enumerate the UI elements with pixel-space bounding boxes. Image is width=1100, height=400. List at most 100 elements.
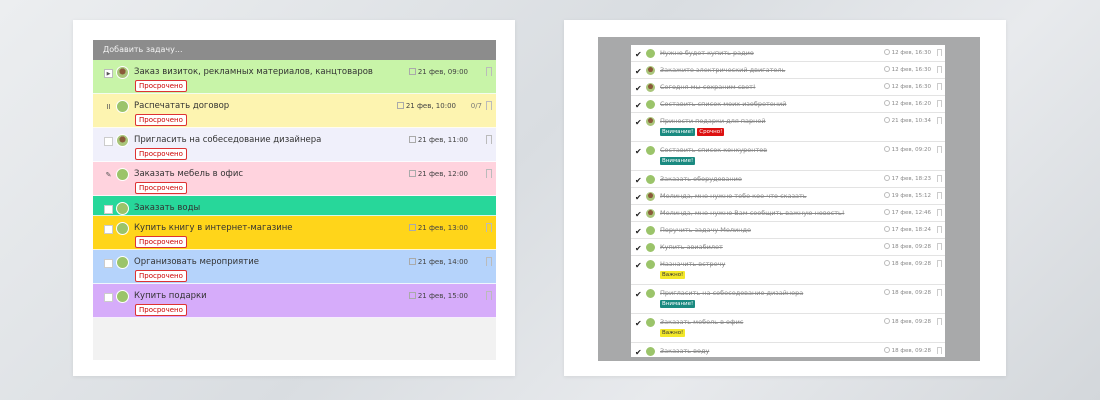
- completed-task-row[interactable]: ✔ Заказать оборудование 17 фев, 18:23: [631, 171, 945, 188]
- bookmark-icon[interactable]: [937, 226, 942, 233]
- tag-label: Важно!: [660, 271, 686, 279]
- pause-icon[interactable]: II: [104, 103, 113, 112]
- task-checkbox[interactable]: [104, 205, 113, 214]
- task-checkbox[interactable]: [104, 225, 113, 234]
- checkmark-icon[interactable]: ✔: [635, 348, 642, 357]
- task-title[interactable]: Нужно будет купить радио: [660, 49, 754, 57]
- checkmark-icon[interactable]: ✔: [635, 67, 642, 76]
- bookmark-icon[interactable]: [937, 175, 942, 182]
- bookmark-icon[interactable]: [486, 101, 492, 110]
- bookmark-icon[interactable]: [937, 318, 942, 325]
- task-title[interactable]: Купить подарки: [134, 291, 207, 301]
- task-checkbox[interactable]: [104, 137, 113, 146]
- wrench-icon[interactable]: ✎: [104, 171, 113, 180]
- bookmark-icon[interactable]: [486, 169, 492, 178]
- completed-task-row[interactable]: ✔ Принести подарки для парней Внимание! Сро…: [631, 113, 945, 142]
- task-title[interactable]: Поручить задачу Мелинде: [660, 226, 751, 234]
- right-screenshot-panel: ✔ Нужно будет купить радио 12 фев, 16:30 ✔ З…: [564, 20, 1006, 376]
- completed-task-row[interactable]: ✔ Купить авиабилет 18 фев, 09:28: [631, 239, 945, 256]
- bookmark-icon[interactable]: [937, 192, 942, 199]
- add-task-input[interactable]: Добавить задачу...: [93, 40, 496, 60]
- task-checkbox[interactable]: [104, 259, 113, 268]
- bookmark-icon[interactable]: [937, 100, 942, 107]
- avatar: [645, 48, 656, 59]
- task-title[interactable]: Заказать мебель в офис: [660, 318, 743, 326]
- task-title[interactable]: Мелинда, мне нужно Вам сообщить важную н…: [660, 209, 844, 217]
- checkmark-icon[interactable]: ✔: [635, 147, 642, 156]
- task-title[interactable]: Заказать воды: [134, 203, 200, 213]
- task-title[interactable]: Пригласить на собеседование дизайнера: [660, 289, 803, 297]
- bookmark-icon[interactable]: [937, 209, 942, 216]
- completed-task-row[interactable]: ✔ Составить список конкурентов Внимание! 13…: [631, 142, 945, 171]
- checkmark-icon[interactable]: ✔: [635, 101, 642, 110]
- task-title[interactable]: Заказать оборудование: [660, 175, 742, 183]
- completed-task-row[interactable]: ✔ Поручить задачу Мелинде 17 фев, 18:24: [631, 222, 945, 239]
- task-row[interactable]: ✎ Заказать мебель в офис Просрочено 21 фев,…: [93, 162, 496, 196]
- completed-task-row[interactable]: ✔ Нужно будет купить радио 12 фев, 16:30: [631, 45, 945, 62]
- task-title[interactable]: Заказ визиток, рекламных материалов, кан…: [134, 67, 373, 77]
- bookmark-icon[interactable]: [486, 135, 492, 144]
- task-title[interactable]: Сегодня мы сохраним свет!: [660, 83, 756, 91]
- bookmark-icon[interactable]: [937, 49, 942, 56]
- task-title[interactable]: Заказать воду: [660, 347, 709, 355]
- checkmark-icon[interactable]: ✔: [635, 227, 642, 236]
- avatar: [645, 346, 656, 357]
- checkmark-icon[interactable]: ✔: [635, 50, 642, 59]
- task-title[interactable]: Составить список конкурентов: [660, 146, 767, 154]
- checkmark-icon[interactable]: ✔: [635, 118, 642, 127]
- task-row[interactable]: Организовать мероприятие Просрочено 21 фев…: [93, 250, 496, 284]
- task-title[interactable]: Составить список моих изобретений: [660, 100, 786, 108]
- checkmark-icon[interactable]: ✔: [635, 210, 642, 219]
- avatar: [645, 288, 656, 299]
- checkmark-icon[interactable]: ✔: [635, 261, 642, 270]
- bookmark-icon[interactable]: [486, 291, 492, 300]
- completed-task-row[interactable]: ✔ Заказать мебель в офис Важно! 18 фев, 09:…: [631, 314, 945, 343]
- completed-task-row[interactable]: ✔ Назначить встречу Важно! 18 фев, 09:28: [631, 256, 945, 285]
- bookmark-icon[interactable]: [937, 117, 942, 124]
- task-title[interactable]: Распечатать договор: [134, 101, 229, 111]
- bookmark-icon[interactable]: [937, 243, 942, 250]
- bookmark-icon[interactable]: [937, 146, 942, 153]
- completed-task-row[interactable]: ✔ Закажите электрический двигатель 12 фев,…: [631, 62, 945, 79]
- task-title[interactable]: Купить книгу в интернет-магазине: [134, 223, 293, 233]
- completed-task-row[interactable]: ✔ Мелинда, мне нужно Вам сообщить важную …: [631, 205, 945, 222]
- bookmark-icon[interactable]: [937, 347, 942, 354]
- task-title[interactable]: Закажите электрический двигатель: [660, 66, 785, 74]
- bookmark-icon[interactable]: [937, 289, 942, 296]
- checkmark-icon[interactable]: ✔: [635, 193, 642, 202]
- play-icon[interactable]: ▶: [104, 69, 113, 78]
- checkmark-icon[interactable]: ✔: [635, 319, 642, 328]
- task-title[interactable]: Принести подарки для парней: [660, 117, 766, 125]
- task-title[interactable]: Мелинда, мне нужно тебе кое-что сказать: [660, 192, 807, 200]
- task-title[interactable]: Заказать мебель в офис: [134, 169, 243, 179]
- due-date: 17 фев, 12:46: [884, 209, 931, 216]
- task-title[interactable]: Купить авиабилет: [660, 243, 723, 251]
- checkmark-icon[interactable]: ✔: [635, 290, 642, 299]
- completed-task-row[interactable]: ✔ Мелинда, мне нужно тебе кое-что сказать…: [631, 188, 945, 205]
- task-title[interactable]: Назначить встречу: [660, 260, 725, 268]
- bookmark-icon[interactable]: [486, 223, 492, 232]
- completed-task-row[interactable]: ✔Заказать водуВнимание!18 фев, 09:28: [631, 343, 945, 357]
- task-checkbox[interactable]: [104, 293, 113, 302]
- checkmark-icon[interactable]: ✔: [635, 176, 642, 185]
- bookmark-icon[interactable]: [486, 257, 492, 266]
- task-row[interactable]: ▶ Заказ визиток, рекламных материалов, ка…: [93, 60, 496, 94]
- task-row[interactable]: Купить подарки Просрочено 21 фев, 15:00: [93, 284, 496, 318]
- bookmark-icon[interactable]: [937, 66, 942, 73]
- bookmark-icon[interactable]: [486, 67, 492, 76]
- task-row[interactable]: Заказать воды: [93, 196, 496, 216]
- completed-task-row[interactable]: ✔ Пригласить на собеседование дизайнера Вн…: [631, 285, 945, 314]
- task-title[interactable]: Пригласить на собеседование дизайнера: [134, 135, 321, 145]
- task-title[interactable]: Организовать мероприятие: [134, 257, 259, 267]
- completed-task-row[interactable]: ✔ Сегодня мы сохраним свет! 12 фев, 16:30: [631, 79, 945, 96]
- task-row[interactable]: II Распечатать договор Просрочено 21 фев, 1…: [93, 94, 496, 128]
- bookmark-icon[interactable]: [937, 260, 942, 267]
- checkmark-icon[interactable]: ✔: [635, 84, 642, 93]
- tag-list: Важно!: [660, 271, 686, 279]
- completed-task-row[interactable]: ✔ Составить список моих изобретений 12 фев…: [631, 96, 945, 113]
- task-row[interactable]: Купить книгу в интернет-магазине Просроче…: [93, 216, 496, 250]
- avatar: [116, 66, 129, 79]
- task-row[interactable]: Пригласить на собеседование дизайнера Про…: [93, 128, 496, 162]
- bookmark-icon[interactable]: [937, 83, 942, 90]
- checkmark-icon[interactable]: ✔: [635, 244, 642, 253]
